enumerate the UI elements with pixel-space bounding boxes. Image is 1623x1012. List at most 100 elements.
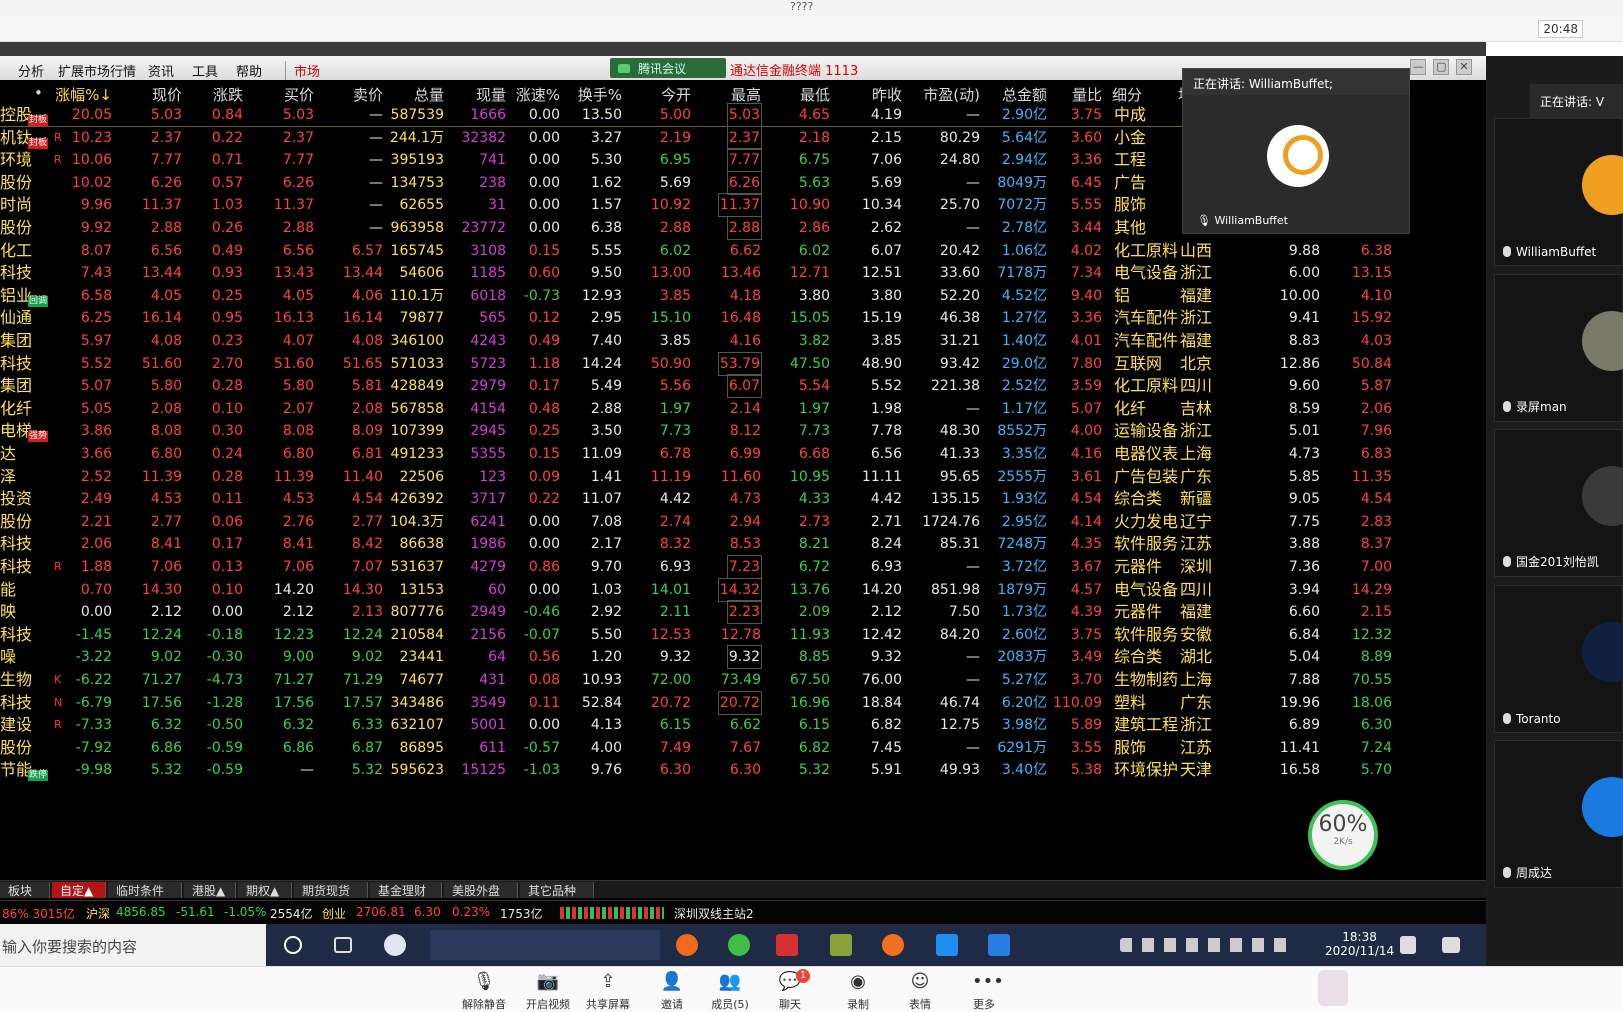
app-pinwheel-icon[interactable] bbox=[384, 934, 406, 956]
minimize-icon[interactable]: — bbox=[1410, 59, 1427, 75]
participant-tile[interactable]: 国金201刘怡凯 bbox=[1494, 429, 1623, 577]
system-tray-icons[interactable] bbox=[1120, 938, 1290, 952]
cell-name: 能 bbox=[0, 579, 17, 599]
table-row[interactable]: 股份 -7.92 6.86 -0.59 6.86 6.87 86895 611 -0.57 4.0… bbox=[0, 737, 1486, 760]
column-header-8[interactable]: 涨速% bbox=[516, 84, 560, 105]
record-button[interactable]: ◉ 录制 bbox=[828, 971, 888, 1012]
menu-help[interactable]: 帮助 bbox=[236, 61, 262, 80]
cell-ask: — bbox=[369, 197, 383, 214]
more-button[interactable]: ••• 更多 bbox=[954, 971, 1014, 1012]
table-row[interactable]: 投资 2.49 4.53 0.11 4.53 4.54 426392 3717 0.22 11.0… bbox=[0, 488, 1486, 511]
table-row[interactable]: 化工 8.07 6.56 0.49 6.56 6.57 165745 3108 0.15 5.55… bbox=[0, 240, 1486, 263]
column-header-5[interactable]: 卖价 bbox=[353, 84, 383, 105]
browser-green-icon[interactable] bbox=[728, 934, 750, 956]
app-map-icon[interactable] bbox=[830, 934, 852, 956]
user-avatar-icon[interactable] bbox=[1318, 970, 1348, 1006]
taskbar-search-input[interactable]: 输入你要搜索的内容 bbox=[0, 924, 266, 966]
participant-tile[interactable]: 周成达 bbox=[1494, 740, 1623, 888]
tab-8[interactable]: 其它品种▲ bbox=[520, 882, 594, 913]
table-row[interactable]: 生物 -6.22 71.27 -4.73 71.27 71.29 74677 431 0.08 1… bbox=[0, 669, 1486, 692]
table-row[interactable]: 节能 -9.98 5.32 -0.59—5.32 595623 15125 -1.03 9.7… bbox=[0, 759, 1486, 782]
chat-button[interactable]: 💬 聊天 1 bbox=[760, 969, 820, 1012]
app-orange-icon[interactable] bbox=[882, 934, 904, 956]
column-header-1[interactable]: 涨幅%↓ bbox=[55, 84, 112, 105]
tab-7[interactable]: 美股外盘▲ bbox=[444, 882, 518, 913]
table-row[interactable]: 股份 2.21 2.77 0.06 2.76 2.77 104.3万 6241 0.00 7.08… bbox=[0, 511, 1486, 534]
taskbar-clock[interactable]: 18:38 2020/11/14 bbox=[1325, 930, 1394, 958]
table-row[interactable]: 达 3.66 6.80 0.24 6.80 6.81 491233 5355 0.15 11.09… bbox=[0, 443, 1486, 466]
column-header-13[interactable]: 昨收 bbox=[872, 84, 902, 105]
column-header-16[interactable]: 量比 bbox=[1072, 84, 1102, 105]
cell-vol-ratio: 5.55 bbox=[1070, 197, 1102, 214]
tab-3[interactable]: 港股▲ bbox=[184, 882, 236, 898]
table-row[interactable]: 映 0.00 2.12 0.00 2.12 2.13 807776 2949 -0.46 2.92… bbox=[0, 600, 1486, 625]
cortana-icon[interactable] bbox=[284, 936, 302, 954]
table-row[interactable]: 化纤 5.05 2.08 0.10 2.07 2.08 567858 4154 0.48 2.88… bbox=[0, 398, 1486, 421]
table-row[interactable]: 能 0.70 14.30 0.10 14.20 14.30 13153 60 0.00 1.03 1… bbox=[0, 577, 1486, 602]
maximize-icon[interactable]: ▢ bbox=[1433, 59, 1450, 75]
tab-6[interactable]: 基金理财▲ bbox=[370, 882, 442, 913]
mic-off-button[interactable]: 🎙 解除静音 bbox=[454, 971, 514, 1012]
column-header-2[interactable]: 现价 bbox=[152, 84, 182, 105]
column-header-9[interactable]: 换手% bbox=[578, 84, 622, 105]
participant-tile[interactable]: WilliamBuffet bbox=[1494, 118, 1623, 266]
table-row[interactable]: 建设 -7.33 6.32 -0.50 6.32 6.33 632107 5001 0.00 4.… bbox=[0, 714, 1486, 737]
network-speed-meter[interactable]: 60% 2K/s bbox=[1308, 800, 1378, 870]
column-header-15[interactable]: 总金额 bbox=[1002, 84, 1047, 105]
share-screen-button[interactable]: ⇪ 共享屏幕 bbox=[578, 971, 638, 1012]
word-icon[interactable] bbox=[988, 934, 1010, 956]
close-icon[interactable]: ✕ bbox=[1456, 59, 1472, 75]
emoji-button[interactable]: ☺ 表情 bbox=[890, 971, 950, 1012]
menu-tools[interactable]: 工具 bbox=[192, 61, 218, 80]
column-header-14[interactable]: 市盈(动) bbox=[923, 84, 980, 105]
table-row[interactable]: 电梯 3.86 8.08 0.30 8.08 8.09 107399 2945 0.25 3.50… bbox=[0, 420, 1486, 443]
table-row[interactable]: 铝业 6.58 4.05 0.25 4.05 4.06 110.1万 6018 -0.73 12.… bbox=[0, 285, 1486, 308]
table-row[interactable]: 科技 7.43 13.44 0.93 13.43 13.44 54606 1185 0.60 9.… bbox=[0, 262, 1486, 285]
firefox-icon[interactable] bbox=[676, 934, 698, 956]
video-off-button[interactable]: 📷 开启视频 bbox=[518, 971, 578, 1012]
cell-prev: 15.19 bbox=[861, 310, 902, 327]
notification-icon[interactable] bbox=[1400, 936, 1416, 954]
tab-1[interactable]: 自定▲ bbox=[52, 882, 106, 898]
table-row[interactable]: 集团 5.97 4.08 0.23 4.07 4.08 346100 4243 0.49 7.40… bbox=[0, 330, 1486, 353]
invite-button[interactable]: 👤 邀请 bbox=[642, 971, 702, 1012]
tencent-meeting-badge[interactable]: 腾讯会议 bbox=[610, 58, 726, 78]
table-row[interactable]: 科技 1.88 7.06 0.13 7.06 7.07 531637 4279 0.86 9.70… bbox=[0, 555, 1486, 579]
server-station[interactable]: 深圳双线主站2 bbox=[674, 905, 754, 922]
table-row[interactable]: 科技 2.06 8.41 0.17 8.41 8.42 86638 1986 0.00 2.17 8… bbox=[0, 533, 1486, 556]
column-header-11[interactable]: 最高 bbox=[731, 84, 761, 105]
table-row[interactable]: 噪 -3.22 9.02 -0.30 9.00 9.02 23441 64 0.56 1.20 9.… bbox=[0, 645, 1486, 670]
tab-4[interactable]: 期权▲ bbox=[238, 882, 292, 898]
column-header-10[interactable]: 今开 bbox=[661, 84, 691, 105]
action-center-icon[interactable] bbox=[1442, 937, 1460, 953]
participant-tile[interactable]: Toranto bbox=[1494, 585, 1623, 733]
menu-market[interactable]: 市场 bbox=[285, 61, 320, 80]
column-header-12[interactable]: 最低 bbox=[800, 84, 830, 105]
app-red-icon[interactable] bbox=[776, 934, 798, 956]
menu-news[interactable]: 资讯 bbox=[148, 61, 174, 80]
table-row[interactable]: 泽 2.52 11.39 0.28 11.39 11.40 22506 123 0.09 1.41… bbox=[0, 466, 1486, 489]
cell-cur-vol: 32382 bbox=[461, 129, 506, 146]
table-row[interactable]: 仙通 6.25 16.14 0.95 16.13 16.14 79877 565 0.12 2.9… bbox=[0, 307, 1486, 330]
tab-5[interactable]: 期货现货▲ bbox=[294, 882, 368, 913]
column-header-17[interactable]: 细分 bbox=[1112, 84, 1142, 105]
task-view-icon[interactable] bbox=[334, 937, 352, 953]
column-header-3[interactable]: 涨跌 bbox=[213, 84, 243, 105]
participant-tile[interactable]: 录屏man bbox=[1494, 274, 1623, 422]
tab-0[interactable]: 板块▲ bbox=[0, 882, 50, 913]
table-row[interactable]: 科技 -1.45 12.24 -0.18 12.23 12.24 210584 2156 -0.… bbox=[0, 624, 1486, 647]
tab-2[interactable]: 临时条件股 bbox=[108, 882, 182, 915]
column-header-4[interactable]: 买价 bbox=[284, 84, 314, 105]
column-header-0[interactable]: • bbox=[34, 84, 43, 102]
browser-address-box[interactable] bbox=[430, 930, 660, 960]
menu-extended-market[interactable]: 扩展市场行情 bbox=[58, 61, 136, 80]
table-row[interactable]: 科技 5.52 51.60 2.70 51.60 51.65 571033 5723 1.18 1… bbox=[0, 351, 1486, 376]
members-button[interactable]: 👥 成员(5) bbox=[700, 971, 760, 1012]
table-row[interactable]: 集团 5.07 5.80 0.28 5.80 5.81 428849 2979 0.17 5.49… bbox=[0, 374, 1486, 399]
menu-analysis[interactable]: 分析 bbox=[18, 61, 44, 80]
cell-chg: 0.28 bbox=[211, 378, 243, 395]
table-row[interactable]: 科技 -6.79 17.56 -1.28 17.56 17.57 343486 3549 0.1… bbox=[0, 690, 1486, 715]
column-header-7[interactable]: 现量 bbox=[476, 84, 506, 105]
app-blue-icon[interactable] bbox=[936, 934, 958, 956]
column-header-6[interactable]: 总量 bbox=[414, 84, 444, 105]
